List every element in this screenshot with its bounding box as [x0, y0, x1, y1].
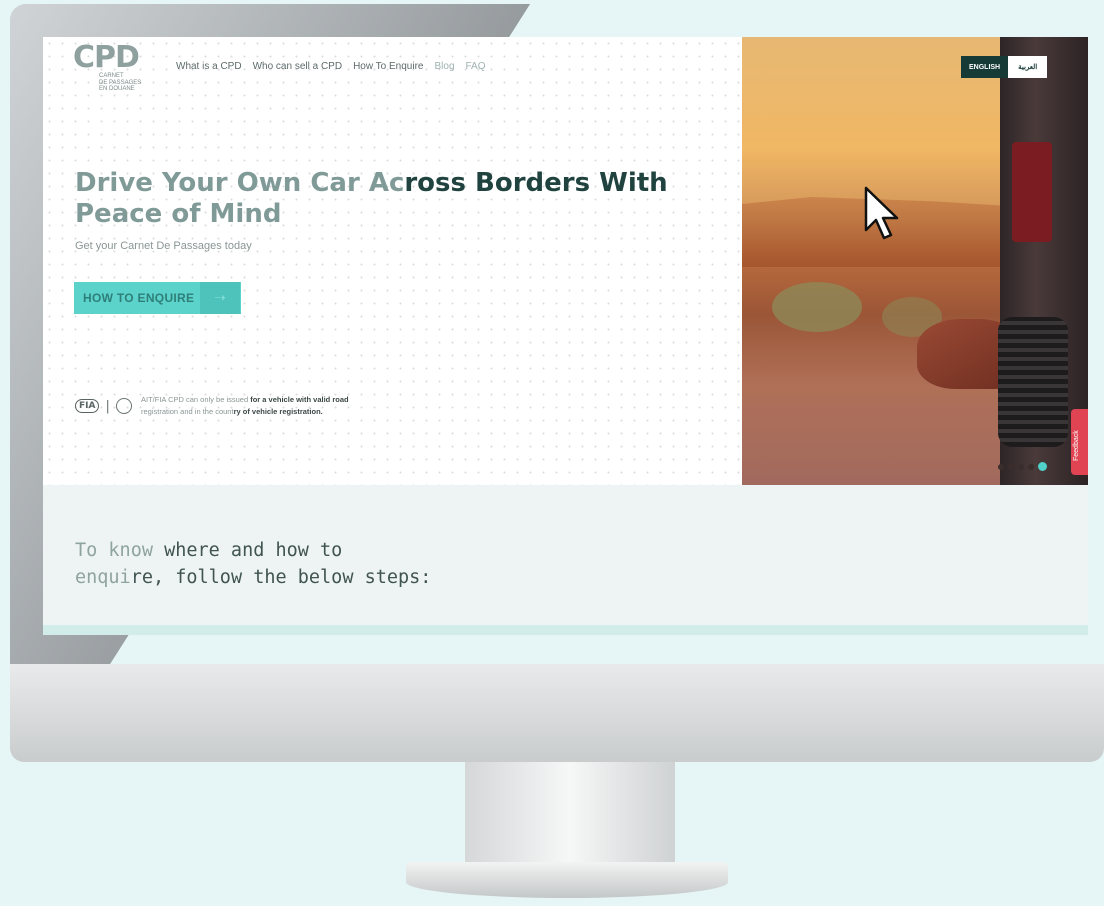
steps-title-light: To know	[75, 540, 165, 561]
nav-faq[interactable]: FAQ	[466, 61, 486, 72]
ait-logo-icon	[115, 398, 132, 414]
monitor-stand-base	[406, 862, 728, 898]
lang-arabic-button[interactable]: العربية	[1008, 56, 1048, 78]
monitor-chin	[10, 664, 1104, 762]
website-screen: CPD CARNET DE PASSAGES EN DOUANE What is…	[43, 37, 1088, 635]
slider-dots	[998, 462, 1047, 471]
monitor-frame: CPD CARNET DE PASSAGES EN DOUANE What is…	[10, 4, 1104, 664]
image-bush	[772, 282, 862, 332]
monitor-stand-neck	[465, 762, 675, 872]
arrow-right-icon: ➝	[200, 282, 240, 314]
hero-headline: Drive Your Own Car Across Borders With P…	[75, 168, 735, 230]
steps-title-dark: where and how to	[164, 540, 343, 561]
nav-what-is-cpd[interactable]: What is a CPD	[176, 61, 242, 72]
steps-title-line2-light: enqui	[75, 567, 131, 588]
cta-label: HOW TO ENQUIRE	[83, 291, 195, 305]
lang-english-button[interactable]: ENGLISH	[961, 56, 1009, 78]
nav-blog[interactable]: Blog	[434, 61, 454, 72]
headline-line2: Peace of Mind	[75, 199, 282, 229]
fia-logo: FIA	[75, 399, 100, 413]
image-jeep-tire	[998, 317, 1068, 447]
notice-light: AIT/FIA CPD can only be issued	[141, 395, 251, 404]
steps-title-line2-dark: re, follow the below steps:	[130, 567, 432, 588]
headline-part-light: Drive Your Own Car Ac	[75, 168, 405, 198]
notice-line2-bold: ry of vehicle registration.	[233, 407, 323, 416]
steps-section: To know where and how to enquire, follow…	[43, 485, 1088, 635]
mouse-pointer-icon	[864, 186, 899, 240]
notice-bold: for a vehicle with valid road	[250, 395, 349, 404]
image-jeep-taillight	[1012, 142, 1052, 242]
nav-who-can-sell[interactable]: Who can sell a CPD	[253, 61, 342, 72]
logo-mark: CPD	[73, 40, 140, 75]
hero-subline: Get your Carnet De Passages today	[75, 240, 252, 252]
main-nav: What is a CPD Who can sell a CPD How To …	[176, 61, 486, 72]
feedback-label: Feedback	[1073, 430, 1080, 461]
slider-dot[interactable]	[998, 463, 1004, 470]
section-bottom-strip	[43, 625, 1088, 635]
headline-part-dark: ross Borders With	[404, 168, 668, 198]
slider-dot-active[interactable]	[1038, 462, 1047, 471]
how-to-enquire-button[interactable]: HOW TO ENQUIRE ➝	[74, 282, 241, 314]
steps-title: To know where and how to enquire, follow…	[75, 537, 475, 591]
logo-subtitle-3: EN DOUANE	[99, 86, 135, 92]
slider-dot[interactable]	[1008, 463, 1014, 470]
nav-how-to-enquire[interactable]: How To Enquire	[353, 61, 423, 72]
slider-dot[interactable]	[1028, 463, 1034, 470]
issuance-notice: AIT/FIA CPD can only be issued for a veh…	[141, 394, 441, 418]
fia-logos: FIA |	[75, 398, 132, 414]
notice-line2-light: registration and in the count	[141, 407, 234, 416]
language-switcher: ENGLISH العربية	[961, 56, 1048, 78]
slider-dot[interactable]	[1018, 463, 1024, 470]
hero-image-desert-jeep	[742, 37, 1088, 485]
hero-left-panel: CPD CARNET DE PASSAGES EN DOUANE What is…	[43, 37, 742, 485]
cpd-logo[interactable]: CPD CARNET DE PASSAGES EN DOUANE	[73, 43, 153, 103]
logo-divider: |	[105, 398, 110, 414]
